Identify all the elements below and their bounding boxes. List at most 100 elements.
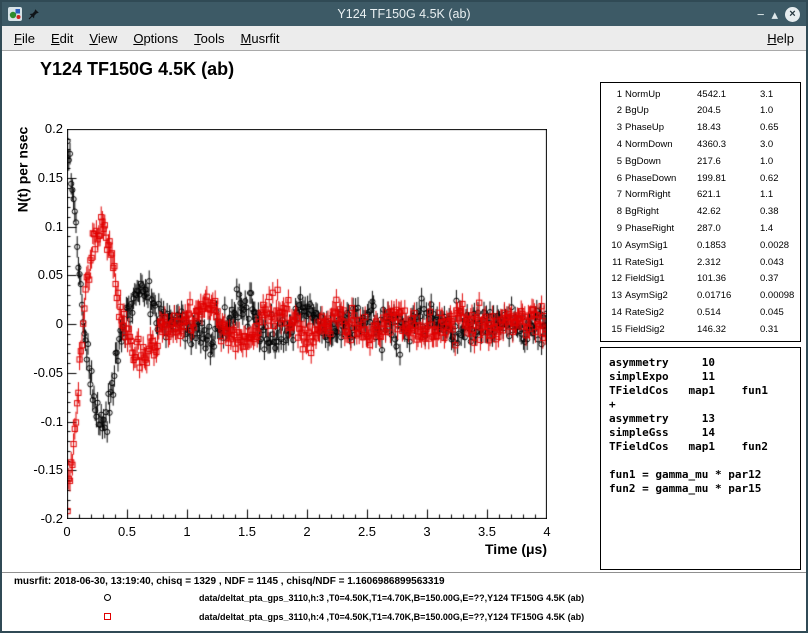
- param-value: 18.43: [697, 123, 757, 133]
- param-number: 15: [607, 325, 622, 335]
- y-tick-label: -0.2: [23, 511, 63, 526]
- param-number: 9: [607, 224, 622, 234]
- param-value: 0.514: [697, 308, 757, 318]
- param-error: 3.1: [760, 90, 798, 100]
- menu-item-musrfit[interactable]: Musrfit: [233, 28, 288, 49]
- menu-item-view[interactable]: View: [81, 28, 125, 49]
- param-name: NormRight: [625, 190, 694, 200]
- legend-entry-text: data/deltat_pta_gps_3110,h:3 ,T0=4.50K,T…: [199, 593, 584, 603]
- separator-line: [2, 572, 806, 573]
- param-row: 8BgRight42.620.38: [607, 207, 798, 217]
- param-value: 287.0: [697, 224, 757, 234]
- menu-item-file[interactable]: File: [6, 28, 43, 49]
- x-tick-label: 2.5: [345, 524, 389, 539]
- menu-bar: FileEditViewOptionsToolsMusrfit Help: [2, 26, 806, 51]
- param-name: NormDown: [625, 140, 694, 150]
- param-number: 3: [607, 123, 622, 133]
- param-number: 7: [607, 190, 622, 200]
- param-number: 10: [607, 241, 622, 251]
- param-number: 12: [607, 274, 622, 284]
- fit-parameters-box[interactable]: 1NormUp4542.13.12BgUp204.51.03PhaseUp18.…: [600, 82, 801, 342]
- param-error: 0.00098: [760, 291, 798, 301]
- param-number: 11: [607, 258, 622, 268]
- param-row: 13AsymSig20.017160.00098: [607, 291, 798, 301]
- title-bar[interactable]: Y124 TF150G 4.5K (ab) − ▴ ×: [2, 2, 806, 26]
- minimize-button[interactable]: −: [757, 8, 765, 21]
- plot-canvas[interactable]: [67, 129, 547, 519]
- menu-item-edit[interactable]: Edit: [43, 28, 81, 49]
- param-number: 4: [607, 140, 622, 150]
- param-row: 14RateSig20.5140.045: [607, 308, 798, 318]
- param-error: 0.62: [760, 174, 798, 184]
- param-name: FieldSig2: [625, 325, 694, 335]
- black-circle-marker-icon: [104, 594, 111, 601]
- y-tick-label: 0: [23, 316, 63, 331]
- theory-box[interactable]: asymmetry 10 simplExpo 11 TFieldCos map1…: [600, 347, 801, 570]
- param-error: 1.0: [760, 106, 798, 116]
- x-tick-label: 1: [165, 524, 209, 539]
- param-value: 4360.3: [697, 140, 757, 150]
- param-row: 5BgDown217.61.0: [607, 157, 798, 167]
- param-error: 0.65: [760, 123, 798, 133]
- plot-title: Y124 TF150G 4.5K (ab): [40, 59, 234, 80]
- maximize-button[interactable]: ▴: [771, 8, 778, 21]
- menu-item-tools[interactable]: Tools: [186, 28, 232, 49]
- param-row: 1NormUp4542.13.1: [607, 90, 798, 100]
- window-title: Y124 TF150G 4.5K (ab): [72, 7, 736, 21]
- pin-icon[interactable]: [28, 8, 40, 20]
- y-tick-label: 0.2: [23, 121, 63, 136]
- param-number: 13: [607, 291, 622, 301]
- param-value: 0.1853: [697, 241, 757, 251]
- param-row: 9PhaseRight287.01.4: [607, 224, 798, 234]
- param-number: 5: [607, 157, 622, 167]
- menu-item-help[interactable]: Help: [759, 28, 802, 49]
- param-error: 0.31: [760, 325, 798, 335]
- param-name: BgDown: [625, 157, 694, 167]
- param-name: RateSig1: [625, 258, 694, 268]
- x-tick-label: 0: [45, 524, 89, 539]
- param-name: NormUp: [625, 90, 694, 100]
- param-row: 11RateSig12.3120.043: [607, 258, 798, 268]
- param-value: 199.81: [697, 174, 757, 184]
- param-value: 101.36: [697, 274, 757, 284]
- param-error: 3.0: [760, 140, 798, 150]
- param-name: FieldSig1: [625, 274, 694, 284]
- y-tick-label: -0.05: [23, 365, 63, 380]
- param-name: BgRight: [625, 207, 694, 217]
- param-name: RateSig2: [625, 308, 694, 318]
- param-row: 10AsymSig10.18530.0028: [607, 241, 798, 251]
- param-number: 14: [607, 308, 622, 318]
- param-value: 42.62: [697, 207, 757, 217]
- y-tick-label: 0.1: [23, 219, 63, 234]
- param-name: AsymSig2: [625, 291, 694, 301]
- window-controls: − ▴ ×: [757, 7, 800, 22]
- param-error: 0.045: [760, 308, 798, 318]
- x-tick-label: 3.5: [465, 524, 509, 539]
- y-tick-label: -0.1: [23, 414, 63, 429]
- param-value: 4542.1: [697, 90, 757, 100]
- param-name: BgUp: [625, 106, 694, 116]
- param-number: 6: [607, 174, 622, 184]
- param-error: 0.043: [760, 258, 798, 268]
- close-button[interactable]: ×: [785, 7, 800, 22]
- param-value: 0.01716: [697, 291, 757, 301]
- param-value: 146.32: [697, 325, 757, 335]
- param-row: 7NormRight621.11.1: [607, 190, 798, 200]
- param-error: 1.0: [760, 157, 798, 167]
- menu-bar-right: Help: [759, 28, 802, 49]
- legend-entry: data/deltat_pta_gps_3110,h:3 ,T0=4.50K,T…: [2, 592, 806, 606]
- param-error: 0.0028: [760, 241, 798, 251]
- menu-item-options[interactable]: Options: [125, 28, 186, 49]
- param-value: 2.312: [697, 258, 757, 268]
- x-tick-label: 3: [405, 524, 449, 539]
- x-axis-title: Time (μs): [422, 541, 547, 557]
- x-tick-label: 2: [285, 524, 329, 539]
- param-name: PhaseDown: [625, 174, 694, 184]
- param-value: 204.5: [697, 106, 757, 116]
- param-number: 1: [607, 90, 622, 100]
- fit-info-line: musrfit: 2018-06-30, 13:19:40, chisq = 1…: [14, 576, 445, 587]
- app-window: Y124 TF150G 4.5K (ab) − ▴ × FileEditView…: [0, 0, 808, 633]
- param-error: 0.37: [760, 274, 798, 284]
- x-tick-label: 1.5: [225, 524, 269, 539]
- red-square-marker-icon: [104, 613, 111, 620]
